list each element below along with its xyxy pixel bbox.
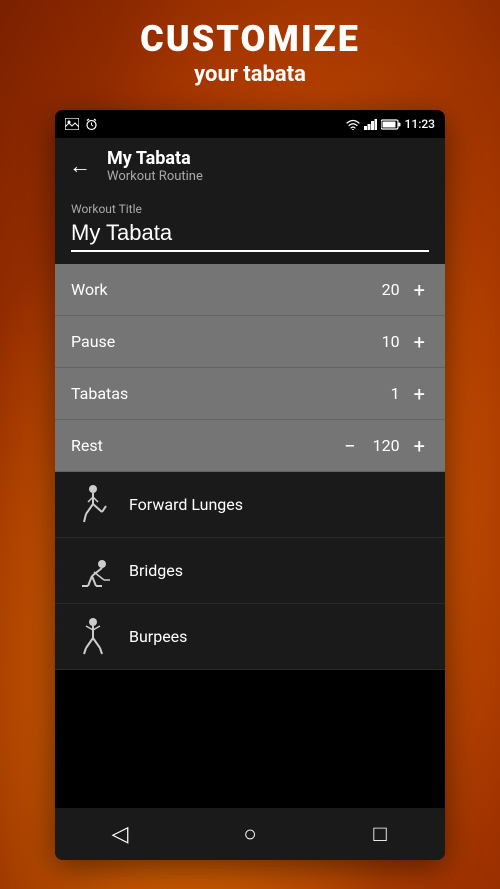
phone-frame: 11:23 ← My Tabata Workout Routine Workou… [55,110,445,860]
lunges-figure [74,484,112,526]
workout-title-label: Workout Title [71,202,429,216]
exercise-name-forward-lunges: Forward Lunges [129,495,243,514]
setting-row-rest: Rest − 120 + [55,420,445,472]
hero-title: CUSTOMIZE [0,18,500,60]
app-bar-subtitle: Workout Routine [107,169,431,184]
setting-plus-pause[interactable]: + [410,326,429,358]
wifi-icon [346,119,360,130]
setting-controls-work: 20 + [370,274,429,306]
nav-recent-button[interactable]: □ [350,814,410,854]
setting-controls-pause: 10 + [370,326,429,358]
signal-icon [364,119,377,130]
workout-title-section: Workout Title [55,194,445,264]
back-button[interactable]: ← [69,153,91,179]
status-right-icons: 11:23 [346,117,435,131]
nav-bar: ◁ ○ □ [55,808,445,860]
setting-label-tabatas: Tabatas [71,384,128,403]
app-bar: ← My Tabata Workout Routine [55,138,445,194]
status-left-icons [65,118,98,131]
setting-value-rest: 120 [370,436,400,455]
exercise-icon-forward-lunges [71,483,115,527]
hero-section: CUSTOMIZE your tabata [0,18,500,87]
exercise-item-forward-lunges[interactable]: Forward Lunges [55,472,445,538]
exercise-icon-bridges [71,549,115,593]
bridges-figure [74,550,112,592]
battery-icon [381,119,401,130]
setting-row-pause: Pause 10 + [55,316,445,368]
hero-subtitle: your tabata [0,62,500,87]
app-bar-titles: My Tabata Workout Routine [107,148,431,184]
exercise-name-bridges: Bridges [129,561,183,580]
setting-minus-rest[interactable]: − [340,430,359,462]
alarm-icon [85,118,98,131]
setting-row-work: Work 20 + [55,264,445,316]
setting-row-tabatas: Tabatas 1 + [55,368,445,420]
workout-title-input[interactable] [71,220,429,252]
burpees-figure [74,616,112,658]
settings-section: Work 20 + Pause 10 + Tabatas 1 + Rest [55,264,445,472]
exercise-list: Forward Lunges [55,472,445,670]
setting-controls-tabatas: 1 + [370,378,429,410]
exercise-icon-burpees [71,615,115,659]
setting-value-tabatas: 1 [370,384,400,403]
app-bar-title: My Tabata [107,148,431,169]
status-time: 11:23 [405,117,435,131]
status-bar: 11:23 [55,110,445,138]
setting-value-work: 20 [370,280,400,299]
setting-plus-rest[interactable]: + [410,430,429,462]
setting-plus-tabatas[interactable]: + [410,378,429,410]
image-icon [65,118,79,130]
exercise-item-burpees[interactable]: Burpees [55,604,445,670]
setting-label-pause: Pause [71,332,115,351]
exercise-name-burpees: Burpees [129,627,187,646]
setting-controls-rest: − 120 + [340,430,429,462]
setting-label-work: Work [71,280,108,299]
setting-plus-work[interactable]: + [410,274,429,306]
setting-label-rest: Rest [71,436,103,455]
nav-home-button[interactable]: ○ [220,814,280,854]
nav-back-button[interactable]: ◁ [90,814,150,854]
exercise-item-bridges[interactable]: Bridges [55,538,445,604]
setting-value-pause: 10 [370,332,400,351]
